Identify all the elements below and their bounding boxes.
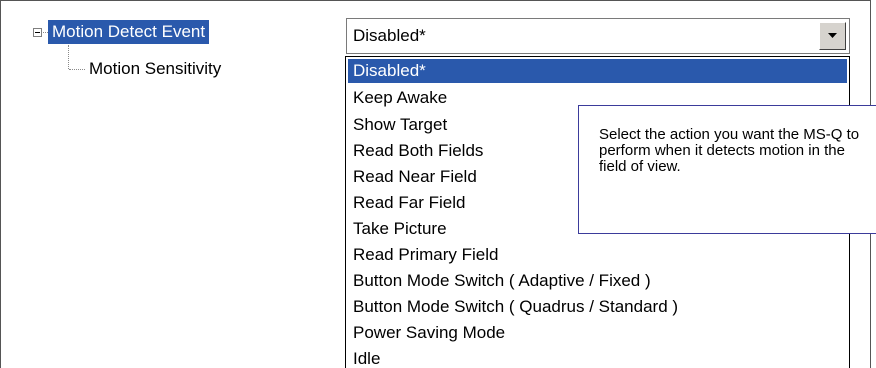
option-disabled[interactable]: Disabled*: [348, 59, 847, 83]
tree-connector: [69, 69, 85, 70]
tree-node-motion-sensitivity[interactable]: Motion Sensitivity: [89, 57, 221, 81]
tree-node-motion-detect-event[interactable]: Motion Detect Event: [48, 20, 210, 44]
option-button-mode-adaptive-fixed[interactable]: Button Mode Switch ( Adaptive / Fixed ): [348, 269, 847, 293]
help-text: Select the action you want the MS-Q to p…: [599, 126, 860, 175]
option-button-mode-quadrus-standard[interactable]: Button Mode Switch ( Quadrus / Standard …: [348, 295, 847, 319]
motion-event-select[interactable]: Disabled*: [346, 18, 850, 54]
settings-panel: Motion Detect Event Motion Sensitivity D…: [0, 0, 876, 368]
dropdown-toggle-button[interactable]: [819, 22, 846, 50]
chevron-down-icon: [828, 33, 837, 38]
option-power-saving-mode[interactable]: Power Saving Mode: [348, 321, 847, 345]
collapse-tree-icon[interactable]: [33, 28, 42, 37]
option-idle[interactable]: Idle: [348, 347, 847, 368]
select-current-value: Disabled*: [353, 26, 426, 45]
option-read-primary-field[interactable]: Read Primary Field: [348, 243, 847, 267]
tree-connector: [68, 45, 69, 69]
help-callout: Select the action you want the MS-Q to p…: [578, 105, 876, 234]
